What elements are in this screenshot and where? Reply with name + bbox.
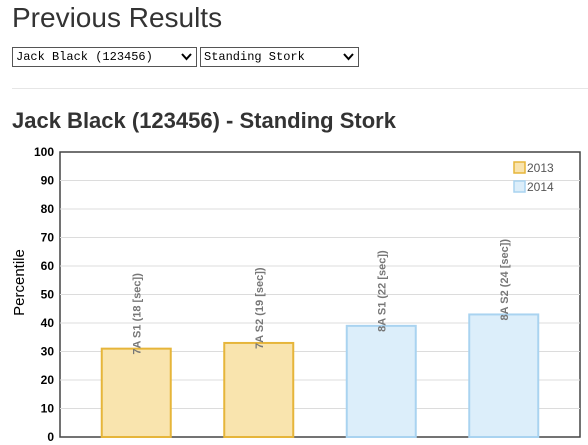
y-tick-label: 80	[41, 202, 55, 216]
athlete-select-value: Jack Black (123456)	[16, 50, 153, 64]
bar-category-label: 8A S2 (24 [sec])	[499, 239, 511, 321]
legend-label: 2013	[527, 161, 554, 175]
chevron-down-icon	[181, 53, 192, 61]
y-tick-label: 40	[41, 316, 55, 330]
bar	[345, 324, 417, 439]
legend-label: 2014	[527, 180, 554, 194]
legend-swatch	[513, 161, 526, 174]
chart-title: Jack Black (123456) - Standing Stork	[12, 108, 396, 133]
y-tick-label: 60	[41, 259, 55, 273]
test-select-value: Standing Stork	[204, 50, 305, 64]
bar-category-label: 8A S1 (22 [sec])	[376, 250, 388, 332]
test-select[interactable]: Standing Stork	[200, 47, 359, 67]
bar-category-label: 7A S2 (19 [sec])	[254, 267, 266, 349]
bar-category-label: 7A S1 (18 [sec])	[131, 273, 143, 355]
divider	[12, 88, 588, 89]
y-tick-label: 10	[41, 402, 55, 416]
page-title: Previous Results	[12, 2, 223, 33]
chevron-down-icon	[343, 53, 354, 61]
legend-swatch	[513, 180, 526, 193]
bar	[100, 347, 172, 438]
y-tick-label: 100	[34, 145, 54, 159]
y-tick-label: 30	[41, 345, 55, 359]
y-tick-label: 20	[41, 373, 55, 387]
y-axis-label: Percentile	[11, 249, 28, 316]
bar-chart: 0 10 20 30 40 50 60 70 80 90 100 Percentile 7A S1 (1…	[11, 145, 581, 444]
bar	[468, 313, 540, 438]
bar	[223, 341, 295, 438]
y-tick-label: 90	[41, 174, 55, 188]
y-tick-label: 0	[47, 430, 54, 444]
y-tick-label: 50	[41, 288, 55, 302]
athlete-select[interactable]: Jack Black (123456)	[12, 47, 197, 67]
y-tick-label: 70	[41, 231, 55, 245]
